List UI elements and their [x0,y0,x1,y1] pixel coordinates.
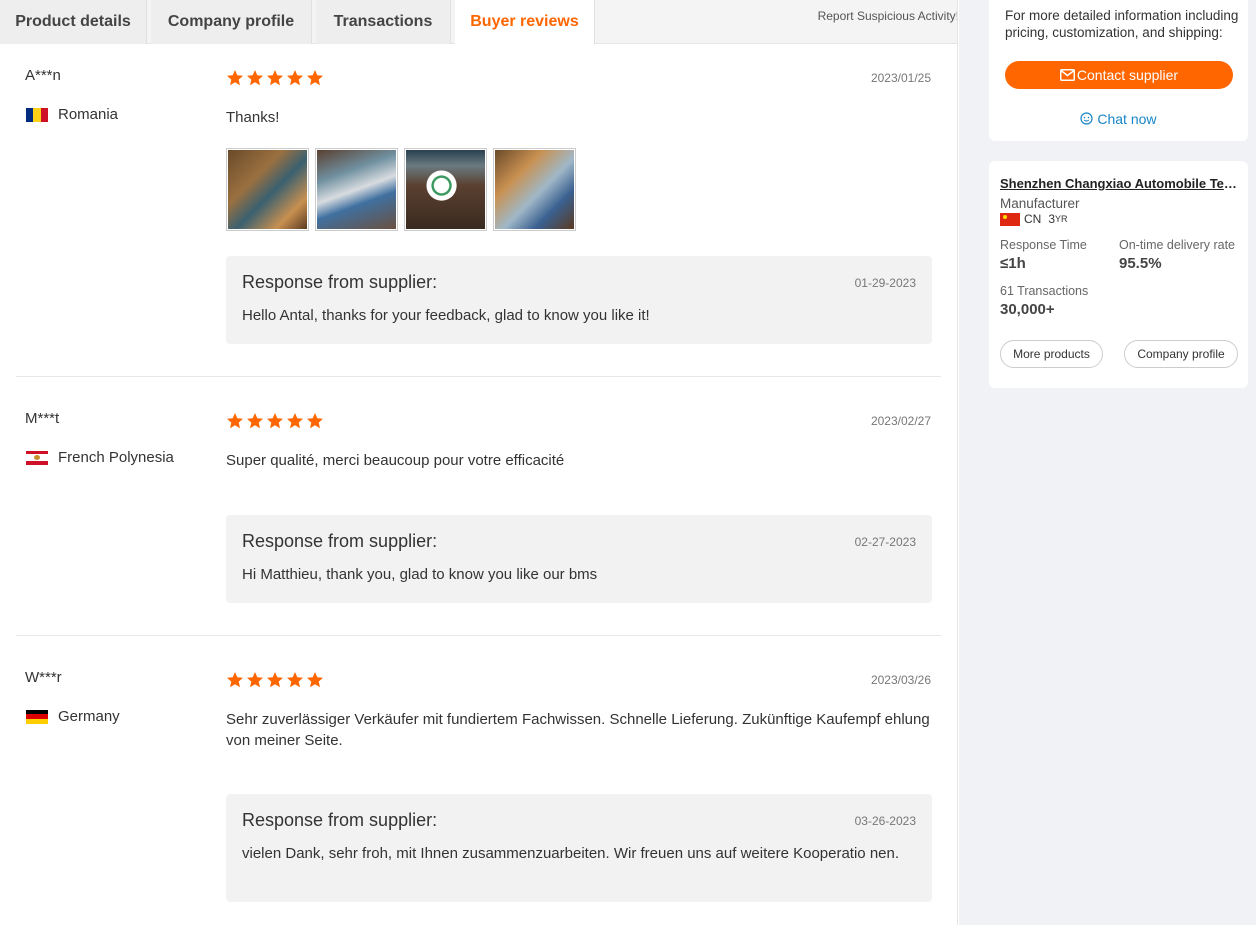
reviewer-name: M***t [25,410,60,427]
star-icon [267,672,283,688]
chat-now-link[interactable]: Chat now [989,111,1248,127]
star-icon [227,672,243,688]
ontime-delivery-label: On-time delivery rate [1119,238,1236,252]
star-icon [247,413,263,429]
supplier-response: Response from supplier: 01-29-2023 Hello… [226,256,932,344]
company-name-link[interactable]: Shenzhen Changxiao Automobile Technology… [1000,176,1240,191]
contact-supplier-label: Contact supplier [1076,67,1179,83]
response-text: Hi Matthieu, thank you, glad to know you… [242,566,598,583]
review-text: Thanks! [226,109,280,126]
star-icon [247,672,263,688]
contact-supplier-button[interactable]: Contact supplier [1005,61,1233,89]
star-icon [287,672,303,688]
star-rating [226,671,324,689]
tab-transactions[interactable]: Transactions [316,0,451,44]
review-divider [16,635,941,636]
review-photos [226,148,576,231]
reviewer-country: Romania [26,106,118,123]
response-title: Response from supplier: [242,531,438,551]
review-photo[interactable] [226,148,309,231]
response-date: 01-29-2023 [854,276,916,290]
country-code: CN [1024,212,1042,226]
review-divider [16,376,941,377]
star-rating [226,69,324,87]
reviewer-name: W***r [25,669,62,686]
star-icon [227,70,243,86]
reviewer-country: French Polynesia [26,449,174,466]
tab-buyer-reviews[interactable]: Buyer reviews [455,0,595,45]
response-time-label: Response Time [1000,238,1087,252]
tab-company-profile[interactable]: Company profile [151,0,312,44]
more-products-button[interactable]: More products [1000,340,1103,368]
main-content: Product details Company profile Transact… [0,0,958,925]
ontime-delivery-value: 95.5% [1119,255,1162,272]
contact-card: For more detailed information including … [989,0,1248,141]
response-date: 03-26-2023 [854,814,916,828]
response-text: vielen Dank, sehr froh, mit Ihnen zusamm… [242,845,900,862]
review-item: A***n Romania 2023/01/25 Thanks! Respons… [16,44,941,376]
star-icon [307,413,323,429]
years-value: 3 [1048,212,1056,226]
germany-flag-icon [26,709,48,724]
review-item: W***r Germany 2023/03/26 Sehr zuverlässi… [16,646,941,925]
star-icon [307,70,323,86]
star-icon [247,70,263,86]
review-text: Super qualité, merci beaucoup pour votre… [226,452,565,469]
review-photo[interactable] [404,148,487,231]
star-icon [227,413,243,429]
star-icon [267,70,283,86]
star-rating [226,412,324,430]
company-profile-button[interactable]: Company profile [1124,340,1238,368]
years-suffix: YR [1055,214,1068,224]
review-text: Sehr zuverlässiger Verkäufer mit fundier… [226,711,930,749]
chat-now-label: Chat now [1097,111,1157,127]
review-item: M***t French Polynesia 2023/02/27 Super … [16,387,941,635]
response-title: Response from supplier: [242,810,438,830]
review-date: 2023/01/25 [870,71,931,85]
response-date: 02-27-2023 [854,535,916,549]
country-name: French Polynesia [58,449,174,466]
response-text: Hello Antal, thanks for your feedback, g… [242,307,650,324]
transactions-value: 30,000+ [1000,301,1055,318]
french-polynesia-flag-icon [26,450,48,465]
supplier-response: Response from supplier: 03-26-2023 viele… [226,794,932,902]
star-icon [267,413,283,429]
star-icon [287,70,303,86]
supplier-response: Response from supplier: 02-27-2023 Hi Ma… [226,515,932,603]
reviewer-name: A***n [25,67,61,84]
chat-icon [1080,112,1094,125]
contact-info-text: For more detailed information including … [1005,8,1239,40]
review-photo[interactable] [493,148,576,231]
country-name: Germany [58,708,120,725]
star-icon [287,413,303,429]
sidebar: For more detailed information including … [959,0,1256,925]
romania-flag-icon [26,107,48,122]
reviewer-country: Germany [26,708,120,725]
report-suspicious-link[interactable]: Report Suspicious Activity! [818,9,957,23]
mail-icon [1059,69,1075,81]
transactions-label: 61 Transactions [1000,284,1089,298]
tab-product-details[interactable]: Product details [0,0,147,44]
review-date: 2023/02/27 [870,414,931,428]
tab-bar: Product details Company profile Transact… [0,0,957,45]
supplier-card: Shenzhen Changxiao Automobile Technology… [989,161,1248,388]
response-time-value: ≤1h [1000,255,1026,272]
review-photo[interactable] [315,148,398,231]
company-type: Manufacturer [1000,196,1080,211]
response-title: Response from supplier: [242,272,438,292]
company-origin: CN 3 YR [1000,212,1068,226]
country-name: Romania [58,106,119,123]
review-date: 2023/03/26 [870,673,931,687]
china-flag-icon [1000,212,1020,226]
star-icon [307,672,323,688]
